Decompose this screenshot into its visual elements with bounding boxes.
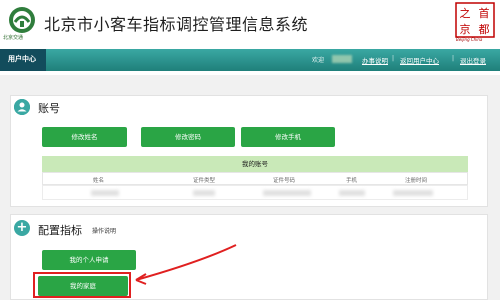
arrow-icon — [135, 244, 237, 285]
